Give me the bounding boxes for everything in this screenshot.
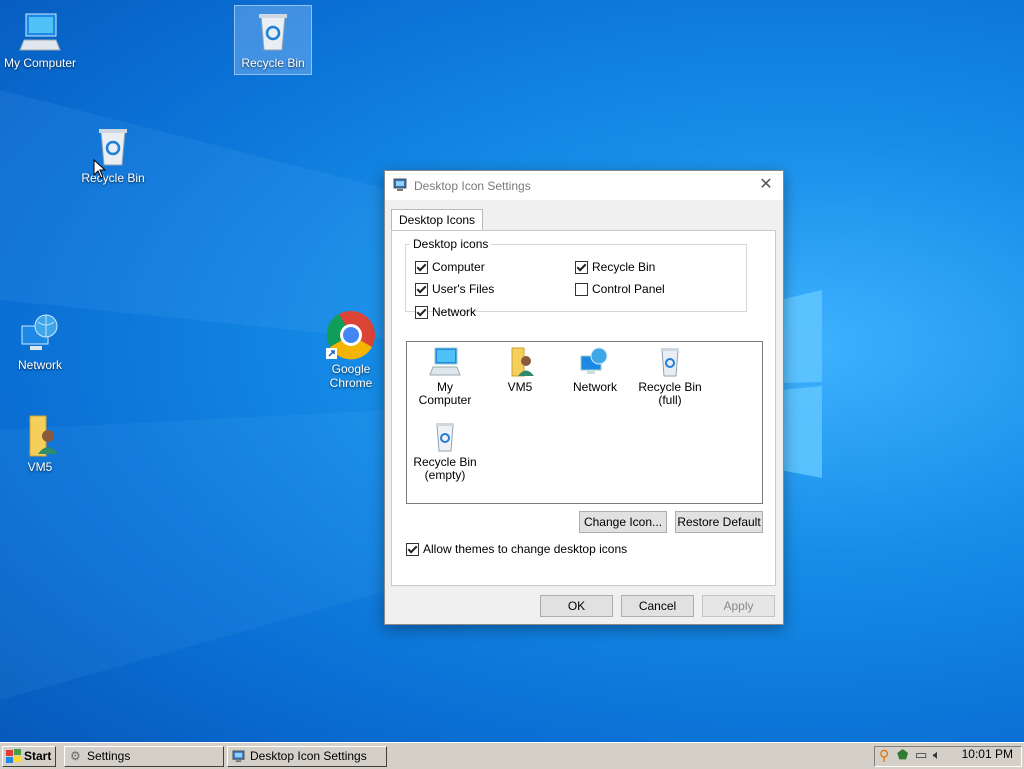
checkbox-computer[interactable]: Computer <box>415 260 485 274</box>
group-label: Desktop icons <box>413 237 489 251</box>
checkbox-box[interactable] <box>406 542 419 556</box>
clock[interactable]: 10:01 PM <box>962 747 1013 761</box>
desktop-icon-google-chrome[interactable]: Google Chrome <box>311 310 391 390</box>
checkbox-box[interactable] <box>415 260 428 274</box>
restore-default-button[interactable]: Restore Default <box>675 511 763 533</box>
desktop-icon-label: My Computer <box>3 56 77 70</box>
list-item-recycle-bin-full[interactable]: Recycle Bin (full) <box>634 346 706 407</box>
volume-icon[interactable]: 🔈︎ <box>933 747 941 763</box>
checkbox-box[interactable] <box>575 260 588 274</box>
computer-icon <box>19 13 61 51</box>
checkbox-box[interactable] <box>575 282 588 296</box>
user-folder-icon <box>511 347 534 377</box>
network-tray-icon[interactable]: ▭ <box>915 747 927 763</box>
computer-icon <box>429 347 461 376</box>
apply-button[interactable]: Apply <box>702 595 775 617</box>
dialog-titlebar[interactable]: Desktop Icon Settings ✕ <box>385 171 783 200</box>
list-item-label: VM5 <box>507 380 533 394</box>
desktop-icon-label: Recycle Bin <box>81 171 145 185</box>
list-item-vm5[interactable]: VM5 <box>484 346 556 394</box>
change-icon-button[interactable]: Change Icon... <box>579 511 667 533</box>
close-button[interactable]: ✕ <box>755 175 777 195</box>
chrome-icon <box>326 311 375 360</box>
taskbar: Start ⚙ Settings Desktop Icon Settings ⚲… <box>0 742 1024 769</box>
checkbox-recycle-bin[interactable]: Recycle Bin <box>575 260 655 274</box>
network-icon <box>21 314 58 350</box>
ok-button[interactable]: OK <box>540 595 613 617</box>
search-icon[interactable]: ⚲ <box>879 747 889 764</box>
list-item-recycle-bin-empty[interactable]: Recycle Bin (empty) <box>409 421 481 482</box>
tab-strip: Desktop Icons <box>391 208 484 231</box>
gear-icon: ⚙ <box>70 749 81 763</box>
desktop-icon-label: VM5 <box>27 460 53 474</box>
mouse-cursor-icon <box>93 159 107 179</box>
recycle-bin-full-icon <box>661 348 679 377</box>
start-label: Start <box>24 749 52 763</box>
checkbox-label: Recycle Bin <box>592 260 656 274</box>
checkbox-label: Control Panel <box>592 282 665 296</box>
list-item-label: My Computer <box>418 380 472 407</box>
taskbar-item-desktop-icon-settings[interactable]: Desktop Icon Settings <box>227 746 387 767</box>
checkbox-label: Computer <box>432 260 485 274</box>
dialog-title: Desktop Icon Settings <box>414 179 531 193</box>
checkbox-users-files[interactable]: User's Files <box>415 282 494 296</box>
list-item-label: Recycle Bin (empty) <box>413 455 477 482</box>
display-settings-icon <box>393 178 407 191</box>
start-button[interactable]: Start <box>2 746 56 767</box>
desktop-icon-label: Recycle Bin <box>241 56 305 70</box>
checkbox-box[interactable] <box>415 282 428 296</box>
list-item-my-computer[interactable]: My Computer <box>409 346 481 407</box>
taskbar-item-settings[interactable]: ⚙ Settings <box>64 746 224 767</box>
checkbox-control-panel[interactable]: Control Panel <box>575 282 665 296</box>
recycle-bin-icon <box>259 14 287 51</box>
desktop-icon-vm5[interactable]: VM5 <box>0 414 80 474</box>
desktop-icon-label: Network <box>17 358 62 372</box>
user-folder-icon <box>29 415 58 457</box>
windows-logo-icon <box>6 749 21 763</box>
checkbox-box[interactable] <box>415 305 428 319</box>
shield-icon[interactable]: ⬟ <box>897 747 908 763</box>
desktop-icon-recycle-bin-2[interactable]: Recycle Bin <box>73 125 153 185</box>
desktop-icon-my-computer[interactable]: My Computer <box>0 10 80 70</box>
desktop-icon-recycle-bin[interactable]: Recycle Bin <box>234 5 312 75</box>
desktop-icon-settings-dialog: Desktop Icon Settings ✕ Desktop Icons De… <box>384 170 784 625</box>
list-item-label: Recycle Bin (full) <box>638 380 702 407</box>
system-tray: ⚲ ⬟ ▭ 🔈︎ 10:01 PM <box>874 746 1022 767</box>
checkbox-label: Network <box>432 305 477 319</box>
checkbox-label: Allow themes to change desktop icons <box>423 542 628 556</box>
cancel-button[interactable]: Cancel <box>621 595 694 617</box>
display-settings-icon <box>232 750 245 763</box>
icon-list[interactable]: My Computer VM5 Network Recycle Bin (ful… <box>406 341 763 504</box>
list-item-label: Network <box>572 380 617 394</box>
desktop-icon-network[interactable]: Network <box>0 312 80 372</box>
taskbar-item-label: Settings <box>87 749 131 763</box>
checkbox-allow-themes[interactable]: Allow themes to change desktop icons <box>406 542 627 556</box>
taskbar-item-label: Desktop Icon Settings <box>250 749 367 763</box>
network-icon <box>580 347 608 374</box>
recycle-bin-empty-icon <box>436 423 454 452</box>
desktop-icons-group: Desktop icons <box>405 237 747 312</box>
checkbox-network[interactable]: Network <box>415 305 476 319</box>
checkbox-label: User's Files <box>432 282 495 296</box>
list-item-network[interactable]: Network <box>559 346 631 394</box>
tab-panel: Desktop icons Computer User's Files Netw… <box>391 230 776 586</box>
desktop-icon-label: Google Chrome <box>329 362 373 390</box>
tab-desktop-icons[interactable]: Desktop Icons <box>391 209 484 231</box>
